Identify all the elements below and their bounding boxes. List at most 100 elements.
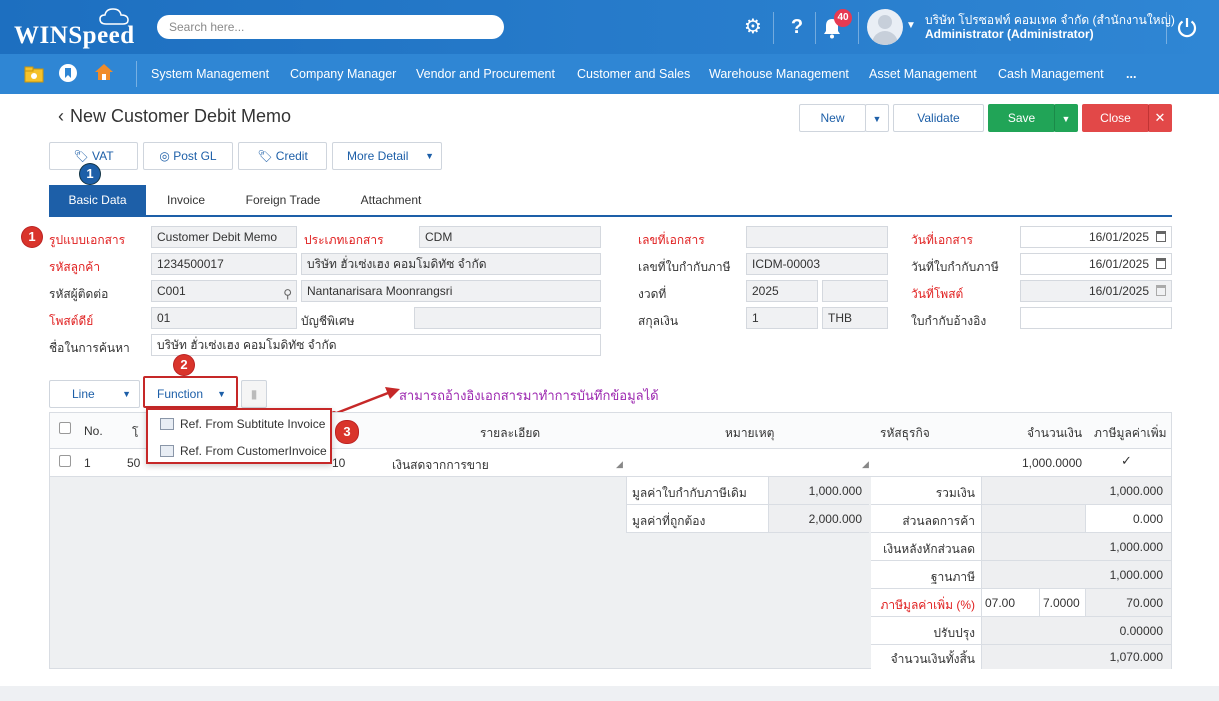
step-badge-3: 3	[336, 421, 358, 443]
post-gl-button[interactable]: ◎ Post GL	[143, 142, 233, 170]
doc-format-field[interactable]: Customer Debit Memo	[151, 226, 297, 248]
more-detail-label: More Detail	[347, 149, 409, 163]
new-dropdown-button[interactable]: ▼	[865, 104, 889, 132]
doc-no-field[interactable]	[746, 226, 888, 248]
nav-customer-sales[interactable]: Customer and Sales	[577, 67, 690, 81]
summary-after-discount-value: 1,000.000	[1109, 540, 1163, 554]
summary-discount-value[interactable]: 0.000	[1085, 512, 1163, 526]
notification-badge: 40	[834, 9, 852, 27]
calendar-icon[interactable]	[1156, 231, 1166, 242]
global-search-input[interactable]: Search here...	[157, 15, 504, 39]
customer-code-field[interactable]: 1234500017	[151, 253, 297, 275]
power-icon[interactable]	[1176, 16, 1198, 38]
step-badge-1-blue: 1	[80, 164, 100, 184]
summary-grand-total-value: 1,070.000	[1109, 650, 1163, 664]
nav-warehouse-management[interactable]: Warehouse Management	[709, 67, 849, 81]
calendar-icon[interactable]	[1156, 258, 1166, 269]
row-no: 1	[84, 456, 91, 470]
home-icon[interactable]	[94, 62, 114, 82]
customer-name-field[interactable]: บริษัท ฮั่วเซ่งเฮง คอมโมดิทัซ จำกัด	[301, 253, 601, 275]
tax-invoice-date-field[interactable]: 16/01/2025	[1020, 253, 1172, 275]
special-account-field[interactable]	[414, 307, 601, 329]
tab-basic-data[interactable]: Basic Data	[49, 185, 146, 216]
credit-button[interactable]: 🏷 Credit	[238, 142, 327, 170]
summary-original-value: มูลค่าใบกำกับภาษีเดิม 1,000.000	[626, 477, 870, 505]
menu-item-ref-substitute-invoice[interactable]: Ref. From Subtitute Invoice	[154, 413, 325, 435]
currency-code-field[interactable]: THB	[822, 307, 888, 329]
function-button[interactable]: Function ▼	[143, 376, 238, 408]
currency-rate-field[interactable]: 1	[746, 307, 818, 329]
more-detail-button[interactable]: More Detail ▼	[332, 142, 442, 170]
summary-tax-base: ฐานภาษี 1,000.000	[871, 561, 1171, 589]
tab-invoice[interactable]: Invoice	[146, 185, 226, 216]
contact-code-value: C001	[157, 284, 186, 298]
avatar[interactable]	[867, 9, 903, 45]
tax-invoice-no-label: เลขที่ใบกำกับภาษี	[638, 260, 731, 274]
summary-cell	[981, 505, 1085, 532]
nav-more[interactable]: ...	[1126, 67, 1136, 81]
nav-cash-management[interactable]: Cash Management	[998, 67, 1104, 81]
validate-button[interactable]: Validate	[893, 104, 984, 132]
summary-original-amount: 1,000.000	[808, 484, 862, 498]
period-extra-field[interactable]	[822, 280, 888, 302]
app-logo[interactable]: WINSpeed	[14, 22, 135, 50]
row-checkbox[interactable]	[59, 455, 71, 467]
select-all-checkbox[interactable]	[59, 422, 71, 434]
summary-correct-amount: 2,000.000	[808, 512, 862, 526]
resize-handle-icon[interactable]: ◢	[616, 459, 623, 470]
post-book-field[interactable]: 01	[151, 307, 297, 329]
row-amount[interactable]: 1,000.0000	[1022, 456, 1082, 470]
row-detail[interactable]: เงินสดจากการขาย	[392, 456, 489, 475]
menu-item-ref-customer-invoice[interactable]: Ref. From CustomerInvoice	[154, 440, 327, 462]
doc-date-field[interactable]: 16/01/2025	[1020, 226, 1172, 248]
contact-code-field[interactable]: C001 ⚲	[151, 280, 297, 302]
folder-icon[interactable]	[24, 64, 44, 84]
line-button[interactable]: Line ▼	[49, 380, 140, 408]
gear-icon[interactable]: ⚙	[742, 14, 764, 40]
tax-invoice-no-field[interactable]: ICDM-00003	[746, 253, 888, 275]
nav-asset-management[interactable]: Asset Management	[869, 67, 977, 81]
close-x-button[interactable]: ✕	[1148, 104, 1172, 132]
summary-vat-value: 70.000	[1126, 596, 1163, 610]
vat-rate-input[interactable]: 07.00	[985, 596, 1035, 610]
search-icon[interactable]: ⚲	[283, 284, 292, 301]
chevron-down-icon[interactable]: ▼	[906, 20, 916, 31]
vat-label: VAT	[92, 149, 114, 163]
tab-attachment[interactable]: Attachment	[340, 185, 442, 216]
tax-invoice-date-label: วันที่ใบกำกับภาษี	[911, 260, 999, 274]
save-button[interactable]: Save	[988, 104, 1055, 132]
period-field[interactable]: 2025	[746, 280, 818, 302]
tab-foreign-trade[interactable]: Foreign Trade	[226, 185, 340, 216]
new-button[interactable]: New	[799, 104, 866, 132]
cloud-icon	[99, 8, 129, 25]
chevron-left-icon[interactable]: ‹	[58, 106, 64, 126]
search-name-field[interactable]: บริษัท ฮั่วเซ่งเฮง คอมโมดิทัซ จำกัด	[151, 334, 601, 356]
close-button[interactable]: Close	[1082, 104, 1149, 132]
doc-date-value: 16/01/2025	[1088, 230, 1149, 244]
post-date-value: 16/01/2025	[1088, 284, 1149, 298]
caret-down-icon: ▼	[425, 151, 434, 161]
resize-handle-icon[interactable]: ◢	[862, 459, 869, 470]
help-icon[interactable]: ?	[786, 14, 808, 40]
nav-company-manager[interactable]: Company Manager	[290, 67, 396, 81]
caret-down-icon: ▼	[217, 389, 226, 399]
vat-rate-display[interactable]: 7.0000	[1043, 596, 1081, 610]
nav-system-management[interactable]: System Management	[151, 67, 269, 81]
summary-correct-value: มูลค่าที่ถูกต้อง 2,000.000	[626, 505, 870, 533]
nav-vendor-procurement[interactable]: Vendor and Procurement	[416, 67, 555, 81]
contact-code-label: รหัสผู้ติดต่อ	[49, 287, 109, 301]
search-name-label: ชื่อในการค้นหา	[49, 341, 130, 355]
page-title-text: New Customer Debit Memo	[70, 106, 292, 126]
bookmark-icon[interactable]	[58, 63, 78, 83]
row-vat-checkbox[interactable]: ✓	[1121, 453, 1132, 469]
doc-type-field[interactable]: CDM	[419, 226, 601, 248]
delete-line-button[interactable]: ▮	[241, 380, 267, 408]
menu-item-label: Ref. From CustomerInvoice	[180, 444, 327, 458]
doc-format-label: รูปแบบเอกสาร	[49, 233, 126, 247]
save-dropdown-button[interactable]: ▼	[1054, 104, 1078, 132]
post-date-field[interactable]: 16/01/2025	[1020, 280, 1172, 302]
contact-name-field[interactable]: Nantanarisara Moonrangsri	[301, 280, 601, 302]
ref-invoice-field[interactable]	[1020, 307, 1172, 329]
col-vat: ภาษีมูลค่าเพิ่ม	[1094, 426, 1167, 440]
summary-grand-total: จำนวนเงินทั้งสิ้น 1,070.000	[871, 645, 1171, 669]
